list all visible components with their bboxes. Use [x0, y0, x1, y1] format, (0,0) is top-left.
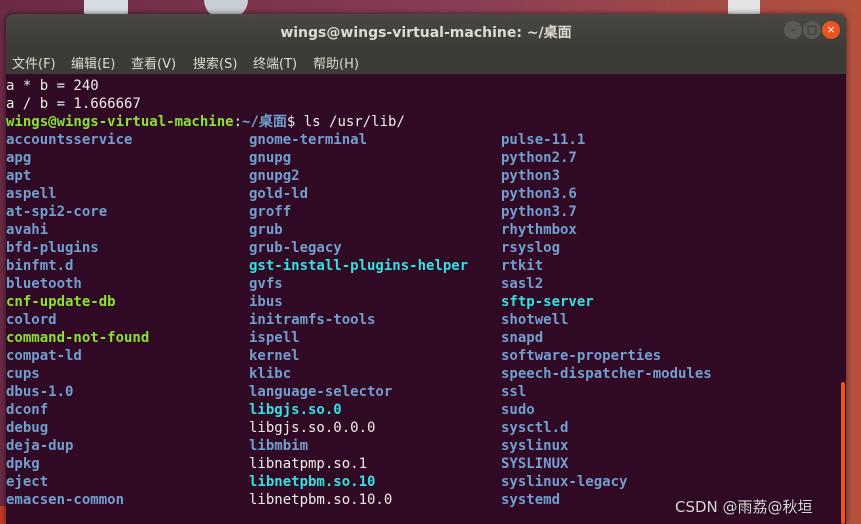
listing-entry: eject — [6, 474, 49, 490]
menu-search[interactable]: 搜索(S) — [193, 53, 237, 72]
listing-entry: libgjs.so.0.0.0 — [249, 420, 376, 436]
listing-entry: klibc — [249, 366, 292, 382]
close-button[interactable]: × — [822, 21, 840, 39]
listing-entry: pulse-11.1 — [501, 132, 586, 148]
listing-entry: gvfs — [249, 276, 283, 292]
terminal-output[interactable]: a * b = 240 a / b = 1.666667 wings@wings… — [6, 74, 846, 524]
listing-entry: emacsen-common — [6, 492, 125, 508]
minimize-button[interactable]: – — [784, 21, 802, 39]
listing-entry: python3 — [501, 168, 561, 184]
listing-entry: deja-dup — [6, 438, 74, 454]
listing-entry: groff — [249, 204, 292, 220]
listing-entry: grub-legacy — [249, 240, 342, 256]
listing-entry: bluetooth — [6, 276, 82, 292]
listing-entry: speech-dispatcher-modules — [501, 366, 712, 382]
listing-entry: dpkg — [6, 456, 40, 472]
scrollbar[interactable] — [840, 74, 846, 524]
listing-entry: colord — [6, 312, 57, 328]
listing-entry: grub — [249, 222, 283, 238]
prompt-user: wings@wings-virtual-machine — [6, 114, 234, 130]
listing-entry: libnetpbm.so.10 — [249, 474, 376, 490]
listing-entry: ibus — [249, 294, 283, 310]
listing-entry: sysctl.d — [501, 420, 569, 436]
prompt-path: ~/桌面 — [242, 114, 287, 130]
listing-entry: libnetpbm.so.10.0 — [249, 492, 393, 508]
listing-entry: language-selector — [249, 384, 393, 400]
listing-entry: ispell — [249, 330, 300, 346]
listing-entry: gnupg2 — [249, 168, 300, 184]
listing-entry: binfmt.d — [6, 258, 74, 274]
output-line: a * b = 240 — [6, 78, 99, 94]
listing-entry: dconf — [6, 402, 49, 418]
listing-entry: snapd — [501, 330, 544, 346]
listing-entry: gold-ld — [249, 186, 309, 202]
listing-entry: syslinux-legacy — [501, 474, 628, 490]
menu-edit[interactable]: 编辑(E) — [71, 53, 115, 72]
listing-entry: libgjs.so.0 — [249, 402, 342, 418]
listing-entry: initramfs-tools — [249, 312, 376, 328]
listing-entry: sftp-server — [501, 294, 594, 310]
window-title: wings@wings-virtual-machine: ~/桌面 — [280, 25, 572, 41]
listing-entry: libnatpmp.so.1 — [249, 456, 368, 472]
listing-entry: rtkit — [501, 258, 544, 274]
listing-entry: accountsservice — [6, 132, 133, 148]
prompt-separator: : — [233, 114, 243, 130]
maximize-button[interactable]: □ — [803, 21, 821, 39]
output-line: a / b = 1.666667 — [6, 96, 141, 112]
listing-entry: SYSLINUX — [501, 456, 569, 472]
listing-entry: at-spi2-core — [6, 204, 108, 220]
command-text: ls /usr/lib/ — [303, 114, 405, 130]
listing-entry: systemd — [501, 492, 561, 508]
listing-entry: debug — [6, 420, 49, 436]
menu-help[interactable]: 帮助(H) — [313, 53, 359, 72]
listing-entry: python3.7 — [501, 204, 577, 220]
listing-entry: software-properties — [501, 348, 662, 364]
window-titlebar[interactable]: wings@wings-virtual-machine: ~/桌面 – □ × — [6, 14, 846, 48]
menu-bar: 文件(F) 编辑(E) 查看(V) 搜索(S) 终端(T) 帮助(H) — [6, 48, 846, 74]
listing-entry: gst-install-plugins-helper — [249, 258, 469, 274]
listing-entry: sudo — [501, 402, 535, 418]
listing-entry: cups — [6, 366, 40, 382]
listing-entry: python3.6 — [501, 186, 577, 202]
menu-view[interactable]: 查看(V) — [131, 53, 176, 72]
listing-entry: cnf-update-db — [6, 294, 116, 310]
listing-entry: apt — [6, 168, 32, 184]
watermark: CSDN @雨荔@秋垣 — [675, 498, 813, 516]
listing-entry: libmbim — [249, 438, 309, 454]
listing-entry: syslinux — [501, 438, 569, 454]
listing-entry: avahi — [6, 222, 49, 238]
prompt-line: wings@wings-virtual-machine:~/桌面$ ls /us… — [6, 113, 405, 131]
listing-entry: sasl2 — [501, 276, 544, 292]
listing-entry: aspell — [6, 186, 57, 202]
prompt-symbol: $ — [286, 114, 304, 130]
listing-entry: command-not-found — [6, 330, 150, 346]
listing-entry: python2.7 — [501, 150, 577, 166]
menu-file[interactable]: 文件(F) — [12, 53, 56, 72]
listing-entry: rhythmbox — [501, 222, 577, 238]
listing-entry: dbus-1.0 — [6, 384, 74, 400]
listing-entry: shotwell — [501, 312, 569, 328]
listing-entry: gnupg — [249, 150, 292, 166]
listing-entry: gnome-terminal — [249, 132, 368, 148]
scrollbar-thumb[interactable] — [841, 382, 845, 524]
terminal-window: wings@wings-virtual-machine: ~/桌面 – □ × … — [6, 14, 846, 524]
listing-entry: ssl — [501, 384, 527, 400]
listing-entry: apg — [6, 150, 32, 166]
listing-entry: compat-ld — [6, 348, 82, 364]
listing-entry: rsyslog — [501, 240, 561, 256]
listing-entry: kernel — [249, 348, 300, 364]
listing-entry: bfd-plugins — [6, 240, 99, 256]
menu-terminal[interactable]: 终端(T) — [253, 53, 297, 72]
